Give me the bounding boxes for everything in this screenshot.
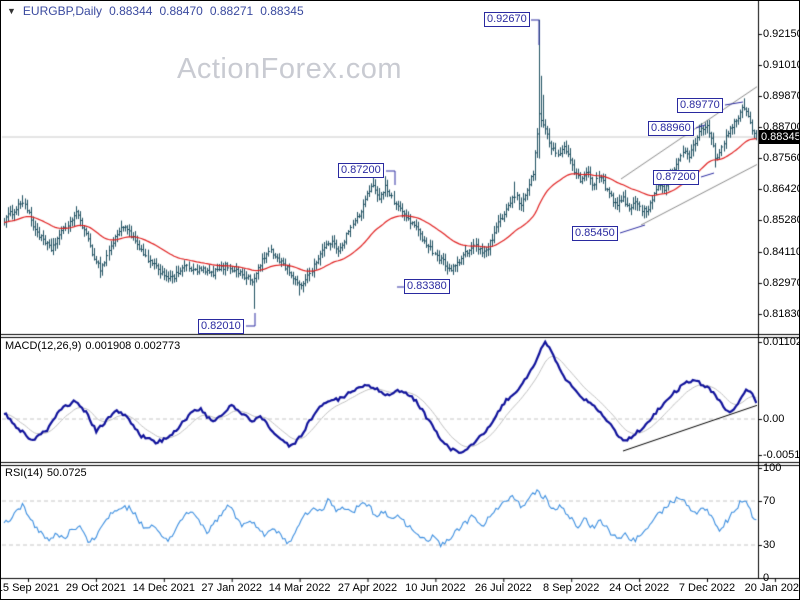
price-annotation: 0.83380 xyxy=(404,279,450,294)
date-label: 24 Oct 2022 xyxy=(609,582,670,594)
price-tick-label: 0.82970 xyxy=(763,276,800,289)
rsi-tick-label: 70 xyxy=(763,495,776,507)
date-label: 27 Apr 2022 xyxy=(337,582,398,594)
price-tick-label: 0.89870 xyxy=(763,89,800,102)
macd-indicator-label: MACD(12,26,9) 0.001908 0.002773 xyxy=(5,340,184,352)
date-label: 8 Sep 2022 xyxy=(543,582,600,594)
title-bar: ▼ EURGBP,Daily 0.88344 0.88470 0.88271 0… xyxy=(7,4,304,18)
rsi-value: 50.0725 xyxy=(46,467,87,479)
price-tick-label: 0.81830 xyxy=(763,307,800,320)
date-label: 26 Jul 2022 xyxy=(474,582,532,594)
price-tick-label: 0.84110 xyxy=(763,245,800,258)
date-label: 20 Jan 2023 xyxy=(744,582,800,594)
actionforex-watermark: ActionForex.com xyxy=(177,53,403,85)
quote-open: 0.88344 xyxy=(109,4,153,18)
price-annotation: 0.87200 xyxy=(653,170,699,185)
chart-window: ▼ EURGBP,Daily 0.88344 0.88470 0.88271 0… xyxy=(0,0,800,600)
price-tick-label: 0.86420 xyxy=(763,183,800,196)
date-label: 14 Dec 2021 xyxy=(132,582,195,594)
price-annotation: 0.87200 xyxy=(338,163,384,178)
collapse-chart-icon[interactable]: ▼ xyxy=(7,6,16,16)
price-annotation: 0.88960 xyxy=(648,121,694,136)
macd-tick-label: -0.005182 xyxy=(763,449,800,462)
date-label: 29 Oct 2021 xyxy=(65,582,126,594)
price-tick-label: 0.92150 xyxy=(763,27,800,40)
quote-high: 0.88470 xyxy=(159,4,203,18)
rsi-indicator-label: RSI(14) 50.0725 xyxy=(5,467,91,479)
macd-tick-label: 0.011023 xyxy=(763,336,799,348)
rsi-name: RSI(14) xyxy=(5,467,43,479)
price-annotation: 0.89770 xyxy=(677,98,723,113)
macd-name: MACD(12,26,9) xyxy=(5,340,82,352)
date-label: 27 Jan 2022 xyxy=(201,582,262,594)
rsi-tick-label: 30 xyxy=(763,539,776,551)
symbol-timeframe-label: EURGBP,Daily xyxy=(22,4,103,18)
price-annotation: 0.82010 xyxy=(198,319,244,334)
price-annotation: 0.92670 xyxy=(484,12,530,27)
price-tick-label: 0.87560 xyxy=(763,152,800,165)
price-chart-canvas[interactable] xyxy=(1,1,799,599)
date-label: 14 Mar 2022 xyxy=(268,582,331,594)
quote-close: 0.88345 xyxy=(260,4,304,18)
macd-values: 0.001908 0.002773 xyxy=(85,340,181,352)
price-tick-label: 0.85280 xyxy=(763,214,800,227)
rsi-tick-label: 100 xyxy=(763,462,782,474)
quote-low: 0.88271 xyxy=(209,4,254,18)
date-label: 7 Dec 2022 xyxy=(678,582,736,594)
date-label: 15 Sep 2021 xyxy=(0,582,60,594)
price-annotation: 0.85450 xyxy=(572,226,618,241)
price-tick-label: 0.91010 xyxy=(763,58,800,71)
current-price-tag: 0.88345 xyxy=(759,130,800,144)
date-label: 10 Jun 2022 xyxy=(405,582,466,594)
macd-tick-label: 0.00 xyxy=(763,413,785,425)
